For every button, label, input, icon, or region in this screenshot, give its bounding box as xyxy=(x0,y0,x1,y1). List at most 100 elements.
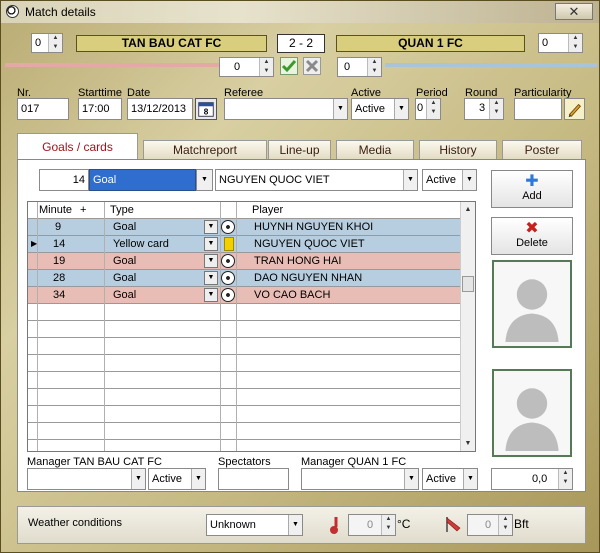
away-manager-select[interactable]: ▼ xyxy=(301,468,419,490)
stepper-arrows[interactable]: ▲ ▼ xyxy=(426,99,440,119)
period-stepper[interactable]: 0 ▲ ▼ xyxy=(415,98,441,120)
player-select[interactable]: NGUYEN QUOC VIET ▼ xyxy=(215,169,418,191)
referee-select[interactable]: ▼ xyxy=(224,98,348,120)
minute-field[interactable]: 14 xyxy=(39,169,89,191)
delete-cross-icon: ✖ xyxy=(525,220,539,237)
close-button[interactable]: ✕ xyxy=(555,3,593,20)
add-button[interactable]: ✚ Add xyxy=(491,170,573,208)
particularity-field[interactable] xyxy=(514,98,562,120)
weather-condition-select[interactable]: Unknown ▼ xyxy=(206,514,303,536)
soccer-ball-icon xyxy=(221,271,235,285)
type-dropdown-button[interactable]: ▼ xyxy=(196,169,213,191)
grid-scrollbar[interactable]: ▲ ▼ xyxy=(460,202,475,451)
chevron-down-icon[interactable]: ▼ xyxy=(197,170,212,190)
stepper-arrows[interactable]: ▲ ▼ xyxy=(489,99,503,119)
stepper-arrows[interactable]: ▲ ▼ xyxy=(48,34,62,52)
status-select[interactable]: Active ▼ xyxy=(422,169,477,191)
empty-row xyxy=(28,321,462,338)
away-manager-status-select[interactable]: Active ▼ xyxy=(422,468,478,490)
score-display: 2 - 2 xyxy=(277,34,325,53)
table-row[interactable]: 19 Goal ▼ TRAN HONG HAI xyxy=(28,253,462,270)
stepper-arrows[interactable]: ▲ ▼ xyxy=(558,469,572,489)
tab-line-up[interactable]: Line-up xyxy=(268,140,331,160)
chevron-down-icon[interactable]: ▼ xyxy=(131,469,145,489)
home-extra-stepper[interactable]: 0 ▲ ▼ xyxy=(219,57,274,77)
away-goals-stepper[interactable]: 0 ▲ ▼ xyxy=(538,33,583,53)
table-row[interactable]: ▶ 14 Yellow card ▼ NGUYEN QUOC VIET xyxy=(28,236,462,253)
amount-stepper[interactable]: 0,0 ▲ ▼ xyxy=(491,468,573,490)
wind-sock-icon xyxy=(446,517,461,532)
weather-label: Weather conditions xyxy=(28,517,122,529)
chevron-down-icon[interactable]: ▼ xyxy=(463,469,477,489)
home-goals-stepper[interactable]: 0 ▲ ▼ xyxy=(31,33,63,53)
player-column-header[interactable]: Player xyxy=(252,204,283,216)
pencil-icon[interactable] xyxy=(564,98,585,120)
plus-column-header[interactable]: + xyxy=(80,204,86,216)
chevron-down-icon[interactable]: ▼ xyxy=(333,99,347,119)
stepper-arrows[interactable]: ▲ ▼ xyxy=(381,515,395,535)
chevron-down-icon[interactable]: ▼ xyxy=(204,220,218,234)
thermometer-icon xyxy=(330,517,338,534)
title-bar: Match details ✕ xyxy=(1,1,599,23)
window-title: Match details xyxy=(25,5,96,19)
date-field[interactable]: 13/12/2013 xyxy=(127,98,193,120)
table-row[interactable]: 28 Goal ▼ DAO NGUYEN NHAN xyxy=(28,270,462,287)
away-player-photo xyxy=(492,369,572,457)
column-divider xyxy=(220,202,221,451)
plus-icon: ✚ xyxy=(525,173,539,190)
confirm-check-icon[interactable] xyxy=(280,57,298,75)
round-stepper[interactable]: 3 ▲ ▼ xyxy=(464,98,504,120)
calendar-icon[interactable]: 8 xyxy=(195,98,217,120)
spectators-field[interactable] xyxy=(218,468,289,490)
away-team-name: QUAN 1 FC xyxy=(336,35,525,52)
chevron-down-icon[interactable]: ▼ xyxy=(288,515,302,535)
minute-column-header[interactable]: Minute xyxy=(39,204,72,216)
chevron-down-icon[interactable]: ▼ xyxy=(394,99,408,119)
home-manager-status-select[interactable]: Active ▼ xyxy=(148,468,206,490)
stepper-arrows[interactable]: ▲ ▼ xyxy=(367,58,381,76)
table-row[interactable]: 34 Goal ▼ VO CAO BACH xyxy=(28,287,462,304)
calendar-day: 8 xyxy=(204,107,209,116)
nr-field[interactable]: 017 xyxy=(17,98,69,120)
scroll-up-icon[interactable]: ▲ xyxy=(461,202,475,217)
chevron-down-icon[interactable]: ▼ xyxy=(204,288,218,302)
away-extra-stepper[interactable]: 0 ▲ ▼ xyxy=(337,57,382,77)
empty-row xyxy=(28,440,462,451)
home-manager-select[interactable]: ▼ xyxy=(27,468,146,490)
scroll-thumb[interactable] xyxy=(462,276,474,292)
chevron-down-icon[interactable]: ▼ xyxy=(462,170,476,190)
column-divider xyxy=(104,202,105,451)
chevron-down-icon[interactable]: ▼ xyxy=(204,271,218,285)
spectators-label: Spectators xyxy=(218,456,271,468)
starttime-field[interactable]: 17:00 xyxy=(78,98,122,120)
chevron-down-icon[interactable]: ▼ xyxy=(191,469,205,489)
soccer-ball-icon xyxy=(221,254,235,268)
events-grid[interactable]: Minute + Type Player 9 Goal ▼ HUYNH NGUY… xyxy=(27,201,476,452)
cancel-cross-icon[interactable] xyxy=(303,57,321,75)
empty-row xyxy=(28,372,462,389)
empty-row xyxy=(28,338,462,355)
chevron-down-icon[interactable]: ▼ xyxy=(204,237,218,251)
tab-poster[interactable]: Poster xyxy=(502,140,582,160)
table-row[interactable]: 9 Goal ▼ HUYNH NGUYEN KHOI xyxy=(28,219,462,236)
delete-button[interactable]: ✖ Delete xyxy=(491,217,573,255)
tab-history[interactable]: History xyxy=(419,140,497,160)
tab-media[interactable]: Media xyxy=(336,140,414,160)
scroll-down-icon[interactable]: ▼ xyxy=(461,436,475,451)
column-divider xyxy=(37,202,38,451)
stepper-arrows[interactable]: ▲ ▼ xyxy=(568,34,582,52)
chevron-down-icon[interactable]: ▼ xyxy=(404,469,418,489)
wind-stepper[interactable]: 0 ▲ ▼ xyxy=(467,514,513,536)
type-select[interactable]: Goal xyxy=(89,169,196,191)
stepper-arrows[interactable]: ▲ ▼ xyxy=(498,515,512,535)
type-column-header[interactable]: Type xyxy=(110,204,134,216)
chevron-down-icon[interactable]: ▼ xyxy=(403,170,417,190)
tab-goals-cards[interactable]: Goals / cards xyxy=(17,133,138,160)
active-select[interactable]: Active ▼ xyxy=(351,98,409,120)
tab-matchreport[interactable]: Matchreport xyxy=(143,140,267,160)
home-color-bar xyxy=(5,63,219,67)
temperature-stepper[interactable]: 0 ▲ ▼ xyxy=(348,514,396,536)
chevron-down-icon[interactable]: ▼ xyxy=(204,254,218,268)
stepper-arrows[interactable]: ▲ ▼ xyxy=(259,58,273,76)
away-manager-label: Manager QUAN 1 FC xyxy=(301,456,407,468)
